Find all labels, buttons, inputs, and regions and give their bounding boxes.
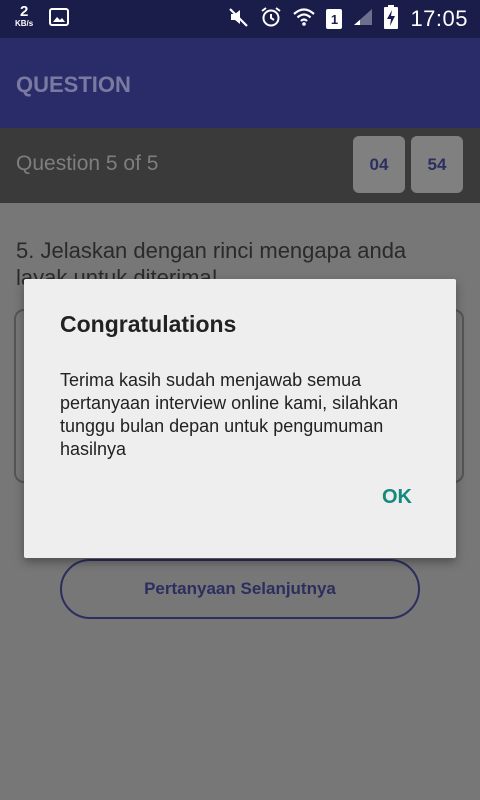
- question-bar: Question 5 of 5 04 54: [0, 128, 480, 203]
- ok-button[interactable]: OK: [367, 475, 427, 519]
- status-bar: 2 KB/s 1 17:05: [0, 0, 480, 38]
- alarm-icon: [260, 6, 282, 33]
- sim-icon: 1: [326, 9, 343, 29]
- page-title: QUESTION: [16, 72, 131, 97]
- dialog-message: Terima kasih sudah menjawab semua pertan…: [60, 370, 399, 459]
- net-speed-unit: KB/s: [15, 19, 34, 28]
- timer-minutes: 04: [353, 136, 405, 193]
- net-speed-indicator: 2 KB/s: [15, 4, 33, 28]
- signal-icon: [352, 7, 374, 32]
- question-progress: Question 5 of 5: [16, 152, 159, 175]
- timer-seconds: 54: [411, 136, 463, 193]
- wifi-icon: [292, 6, 316, 33]
- battery-charging-icon: [384, 4, 399, 34]
- net-speed-value: 2: [19, 3, 29, 20]
- congratulations-dialog: Congratulations Terima kasih sudah menja…: [24, 279, 456, 558]
- clock: 17:05: [410, 6, 468, 31]
- app-bar: QUESTION: [0, 38, 480, 128]
- next-question-button[interactable]: Pertanyaan Selanjutnya: [60, 559, 420, 619]
- mute-icon: [228, 7, 250, 32]
- dialog-title: Congratulations: [60, 311, 237, 337]
- gallery-icon: [49, 8, 70, 31]
